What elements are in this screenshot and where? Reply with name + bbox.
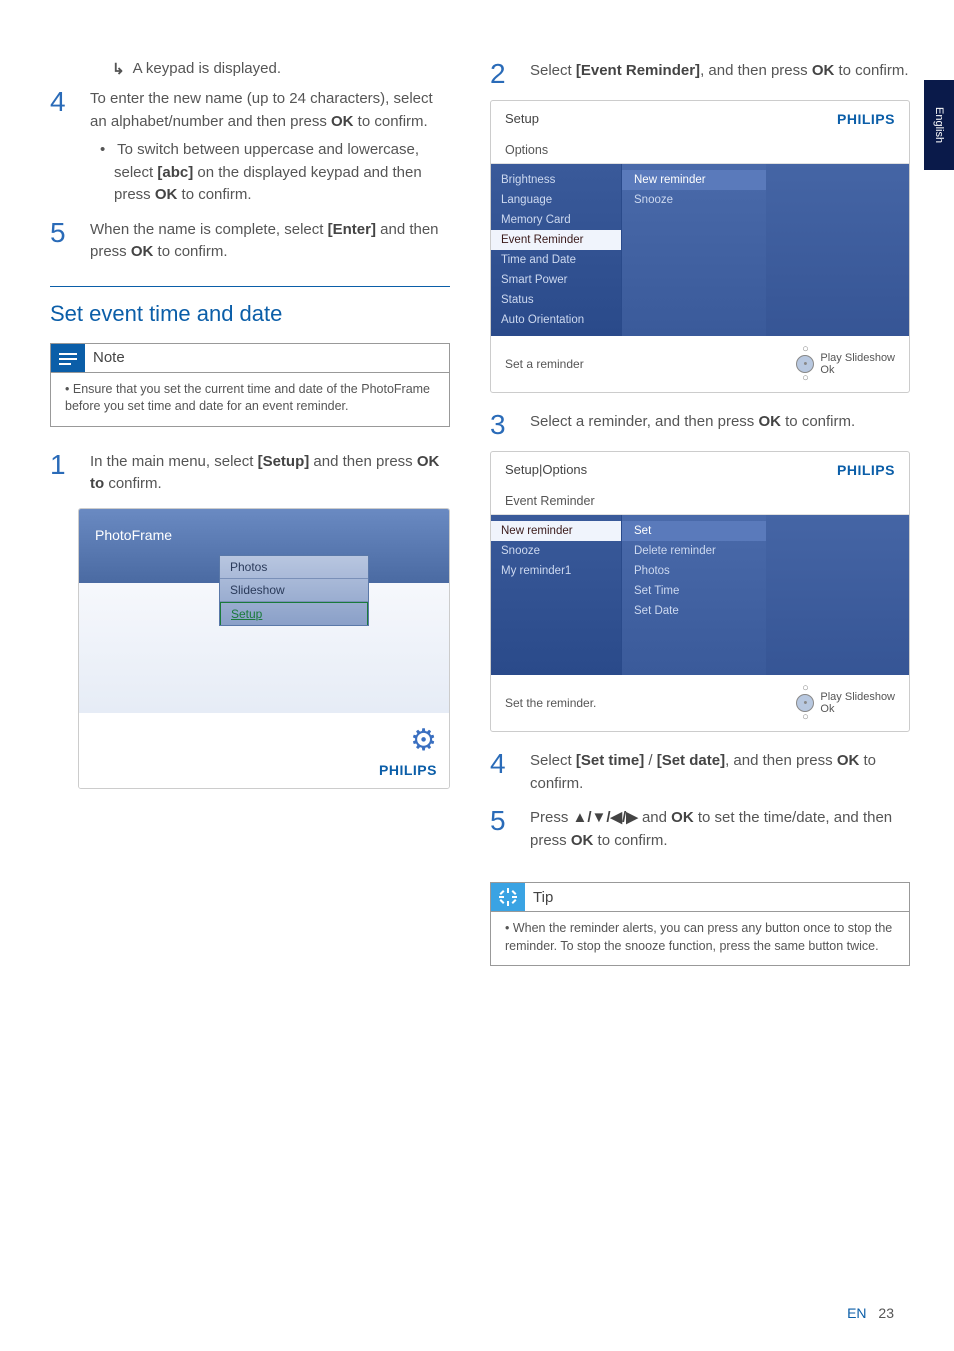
- tip-title: Tip: [525, 887, 561, 908]
- step-number: 5: [50, 219, 90, 264]
- note-title: Note: [85, 347, 133, 368]
- opt-event-reminder[interactable]: Event Reminder: [491, 230, 621, 250]
- ss-subtitle: Event Reminder: [491, 488, 909, 515]
- philips-logo: PHILIPS: [837, 111, 895, 127]
- sub-snooze[interactable]: Snooze: [622, 190, 766, 210]
- opt-language[interactable]: Language: [491, 190, 621, 210]
- screenshot-setup-options: Setup PHILIPS Options Brightness Languag…: [490, 100, 910, 393]
- act-set-time[interactable]: Set Time: [622, 581, 766, 601]
- ss-right-panel: Set Delete reminder Photos Set Time Set …: [621, 515, 766, 675]
- nav-icons: ○•○ Play SlideshowOk: [796, 344, 895, 384]
- tip-callout: Tip When the reminder alerts, you can pr…: [490, 882, 910, 966]
- step-number: 5: [490, 807, 530, 852]
- opt-time-date[interactable]: Time and Date: [491, 250, 621, 270]
- opt-brightness[interactable]: Brightness: [491, 170, 621, 190]
- note-callout: Note Ensure that you set the current tim…: [50, 343, 450, 427]
- step-number: 3: [490, 411, 530, 439]
- philips-logo: PHILIPS: [837, 462, 895, 478]
- step-5r: 5 Press ▲/▼/◀/▶ and OK to set the time/d…: [490, 807, 910, 852]
- step-number: 4: [490, 750, 530, 795]
- step-4: 4 To enter the new name (up to 24 charac…: [50, 88, 450, 207]
- step-number: 2: [490, 60, 530, 88]
- rem-my1[interactable]: My reminder1: [491, 561, 621, 581]
- result-text: A keypad is displayed.: [133, 60, 281, 78]
- step-4r: 4 Select [Set time] / [Set date], and th…: [490, 750, 910, 795]
- tip-body: When the reminder alerts, you can press …: [501, 920, 899, 955]
- ss-subtitle: Options: [491, 137, 909, 164]
- rem-new[interactable]: New reminder: [491, 521, 621, 541]
- screenshot-event-reminder: Setup|Options PHILIPS Event Reminder New…: [490, 451, 910, 732]
- gear-icon: ⚙: [410, 723, 437, 758]
- step-5: 5 When the name is complete, select [Ent…: [50, 219, 450, 264]
- opt-memory-card[interactable]: Memory Card: [491, 210, 621, 230]
- section-heading: Set event time and date: [50, 286, 450, 327]
- step-number: 1: [50, 451, 90, 496]
- philips-logo: PHILIPS: [379, 762, 437, 778]
- pf-menu-slideshow[interactable]: Slideshow: [220, 579, 368, 602]
- step-number: 4: [50, 88, 90, 207]
- ss-right-panel: New reminder Snooze: [621, 164, 766, 336]
- act-set[interactable]: Set: [622, 521, 766, 541]
- step-3: 3 Select a reminder, and then press OK t…: [490, 411, 910, 439]
- act-delete[interactable]: Delete reminder: [622, 541, 766, 561]
- right-column: 2 Select [Event Reminder], and then pres…: [490, 60, 910, 990]
- act-set-date[interactable]: Set Date: [622, 601, 766, 621]
- pf-menu-setup[interactable]: Setup: [220, 602, 368, 625]
- footer-page-number: 23: [878, 1305, 894, 1321]
- sub-bullet: To switch between uppercase and lowercas…: [90, 139, 450, 207]
- rem-snooze[interactable]: Snooze: [491, 541, 621, 561]
- opt-auto-orientation[interactable]: Auto Orientation: [491, 310, 621, 330]
- pf-main-menu: Photos Slideshow Setup: [219, 555, 369, 626]
- tip-icon: [491, 883, 525, 911]
- result-arrow-icon: ↳: [112, 60, 125, 78]
- ss-left-panel: Brightness Language Memory Card Event Re…: [491, 164, 621, 336]
- language-tab: English: [924, 80, 954, 170]
- result-line: ↳ A keypad is displayed.: [50, 60, 450, 78]
- ss-footer-hint: Set the reminder.: [505, 696, 596, 710]
- step-2: 2 Select [Event Reminder], and then pres…: [490, 60, 910, 88]
- pf-menu-photos[interactable]: Photos: [220, 556, 368, 579]
- note-icon: [51, 344, 85, 372]
- ss-breadcrumb: Setup|Options: [505, 462, 587, 478]
- sub-new-reminder[interactable]: New reminder: [622, 170, 766, 190]
- act-photos[interactable]: Photos: [622, 561, 766, 581]
- screenshot-photoframe: PhotoFrame Photos Slideshow Setup ⚙ PHIL…: [78, 508, 450, 789]
- ss-left-panel: New reminder Snooze My reminder1: [491, 515, 621, 675]
- nav-icons: ○•○ Play SlideshowOk: [796, 683, 895, 723]
- left-column: ↳ A keypad is displayed. 4 To enter the …: [50, 60, 450, 990]
- note-body: Ensure that you set the current time and…: [61, 381, 439, 416]
- ss-footer-hint: Set a reminder: [505, 357, 584, 371]
- footer-lang: EN: [847, 1305, 866, 1321]
- step-1: 1 In the main menu, select [Setup] and t…: [50, 451, 450, 496]
- opt-smart-power[interactable]: Smart Power: [491, 270, 621, 290]
- page-footer: EN 23: [847, 1305, 894, 1321]
- ss-breadcrumb: Setup: [505, 111, 539, 127]
- opt-status[interactable]: Status: [491, 290, 621, 310]
